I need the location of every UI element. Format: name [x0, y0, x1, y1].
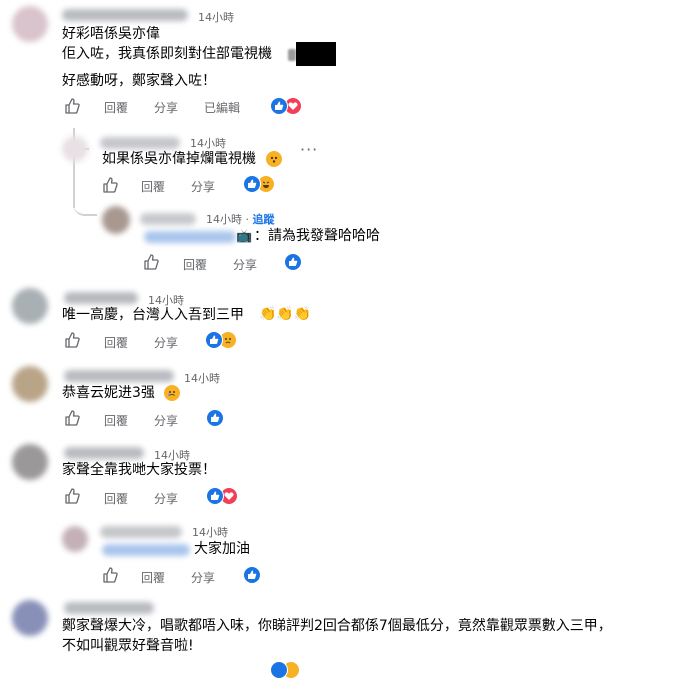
share-button[interactable]: 分享: [154, 490, 178, 507]
comment-text: 好感動呀，鄭家聲入咗！: [62, 73, 216, 89]
commenter-name[interactable]: [64, 370, 174, 382]
share-button[interactable]: 分享: [154, 334, 178, 351]
reply-button[interactable]: 回覆: [104, 490, 128, 507]
like-icon[interactable]: [64, 410, 80, 426]
reply-button[interactable]: 回覆: [104, 412, 128, 429]
blurred-emoji: [288, 49, 296, 61]
reply-button[interactable]: 回覆: [104, 334, 128, 351]
like-reaction-icon: [284, 253, 302, 271]
like-reaction-icon: [270, 97, 288, 115]
comment-timestamp[interactable]: 14小時 · 追蹤: [206, 211, 275, 227]
clapping-hands-icon: 👏👏👏: [259, 306, 312, 322]
avatar[interactable]: [62, 526, 88, 552]
avatar[interactable]: [12, 366, 48, 402]
mentioned-name[interactable]: [102, 544, 190, 556]
commenter-name[interactable]: [64, 292, 138, 304]
avatar[interactable]: [12, 600, 48, 636]
avatar[interactable]: [12, 288, 48, 324]
comment-text: 好彩唔係吳亦偉: [62, 26, 160, 42]
comment-text: 如果係吳亦偉掉爛電視機: [102, 151, 256, 167]
thread-connector: [73, 168, 97, 216]
comment-text: ：請為我發聲哈哈哈: [254, 228, 380, 244]
emoji-inline: [266, 151, 282, 169]
comment-text: 大家加油: [194, 541, 250, 557]
avatar[interactable]: [102, 206, 130, 234]
reply-button[interactable]: 回覆: [141, 569, 165, 586]
avatar[interactable]: [12, 6, 48, 42]
like-icon[interactable]: [143, 254, 159, 270]
like-icon[interactable]: [64, 98, 80, 114]
like-reaction-icon: [206, 409, 224, 427]
reaction-summary[interactable]: [284, 253, 302, 271]
mentioned-name[interactable]: [144, 231, 236, 243]
reaction-summary[interactable]: [205, 331, 239, 349]
reaction-summary[interactable]: [206, 487, 240, 505]
reaction-summary[interactable]: [206, 409, 224, 427]
avatar[interactable]: [12, 444, 48, 480]
commenter-name[interactable]: [100, 137, 180, 149]
reaction-summary[interactable]: [243, 175, 277, 193]
share-button[interactable]: 分享: [191, 178, 215, 195]
follow-link[interactable]: 追蹤: [253, 213, 275, 226]
like-reaction-icon: [205, 331, 223, 349]
commenter-name[interactable]: [100, 526, 182, 538]
like-icon[interactable]: [102, 567, 118, 583]
commenter-name[interactable]: [64, 447, 144, 459]
comment-text: 家聲全靠我哋大家投票！: [62, 462, 216, 478]
like-reaction-icon: [206, 487, 224, 505]
crying-face-icon: [164, 385, 180, 401]
reaction-summary[interactable]: [270, 97, 306, 115]
like-icon[interactable]: [64, 332, 80, 348]
share-button[interactable]: 分享: [154, 412, 178, 429]
share-button[interactable]: 分享: [191, 569, 215, 586]
like-reaction-icon: [270, 661, 288, 679]
commenter-name[interactable]: [64, 602, 154, 614]
like-icon[interactable]: [102, 177, 118, 193]
like-reaction-icon: [243, 566, 261, 584]
reply-button[interactable]: 回覆: [104, 99, 128, 116]
reaction-summary[interactable]: [270, 661, 300, 679]
edited-label[interactable]: 已編輯: [204, 99, 240, 116]
share-button[interactable]: 分享: [233, 256, 257, 273]
share-button[interactable]: 分享: [154, 99, 178, 116]
comment-text: 佢入咗，我真係即刻對住部電視機: [62, 46, 272, 62]
comment-text: 不如叫觀眾好聲音啦!: [62, 638, 194, 654]
comment-timestamp[interactable]: 14小時: [184, 370, 220, 386]
more-options-icon[interactable]: ···: [300, 140, 318, 159]
comment-text: 唯一高慶，台灣人入吾到三甲: [62, 307, 244, 323]
television-icon: 📺: [236, 229, 253, 244]
comment-timestamp[interactable]: 14小時: [192, 524, 228, 540]
redacted-block: [296, 42, 336, 66]
commenter-name[interactable]: [62, 9, 188, 21]
dizzy-face-icon: [266, 151, 282, 167]
emoji-inline: [164, 385, 180, 403]
like-icon[interactable]: [64, 488, 80, 504]
avatar[interactable]: [62, 136, 88, 162]
like-reaction-icon: [243, 175, 261, 193]
reaction-summary[interactable]: [243, 566, 261, 584]
reply-button[interactable]: 回覆: [141, 178, 165, 195]
reply-button[interactable]: 回覆: [183, 256, 207, 273]
comment-text: 鄭家聲爆大冷，唱歌都唔入味，你睇評判2回合都係7個最低分，竟然靠觀眾票數入三甲，: [62, 618, 612, 634]
comment-text: 恭喜云妮进3强: [62, 385, 155, 401]
commenter-name[interactable]: [140, 213, 196, 225]
comment-timestamp[interactable]: 14小時: [198, 9, 234, 25]
